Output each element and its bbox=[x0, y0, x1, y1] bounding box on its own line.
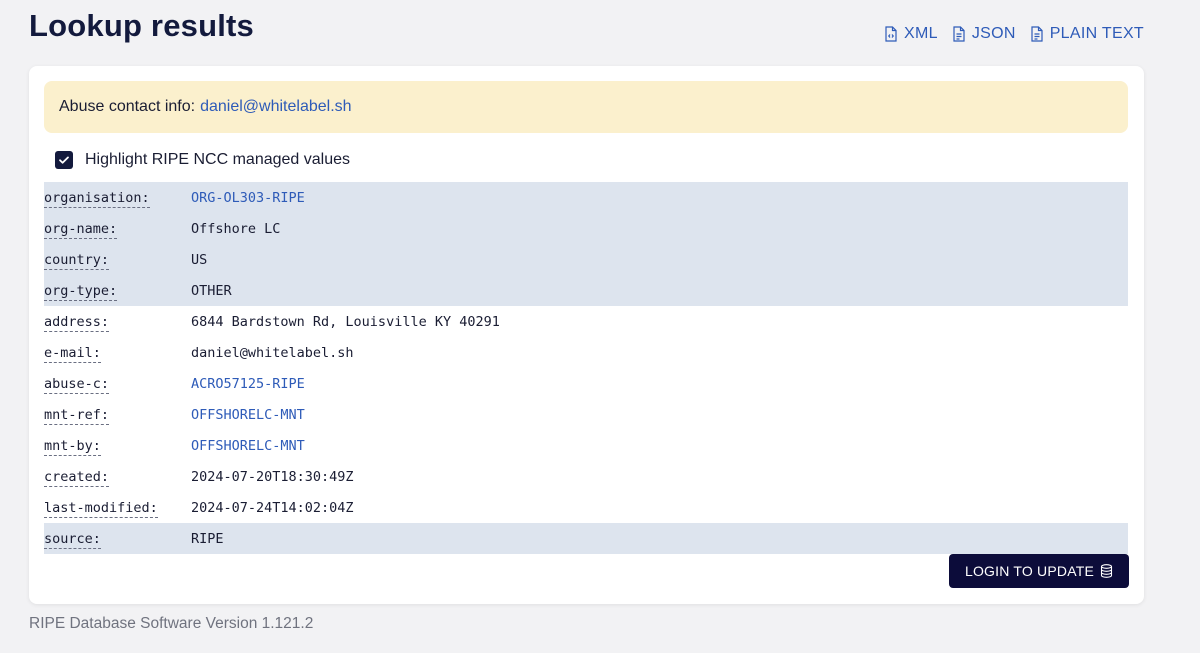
attribute-key: e-mail: bbox=[44, 344, 191, 363]
attribute-row: e-mail: daniel@whitelabel.sh bbox=[44, 337, 1128, 368]
attribute-key-label: org-type: bbox=[44, 282, 118, 301]
attribute-key: mnt-by: bbox=[44, 437, 191, 456]
abuse-contact-email-link[interactable]: daniel@whitelabel.sh bbox=[200, 98, 351, 116]
attribute-value: 2024-07-24T14:02:04Z bbox=[191, 499, 354, 516]
attribute-value: 6844 Bardstown Rd, Louisville KY 40291 bbox=[191, 313, 500, 330]
attribute-key: org-type: bbox=[44, 282, 191, 301]
attribute-value: Offshore LC bbox=[191, 220, 281, 237]
login-to-update-button[interactable]: LOGIN TO UPDATE bbox=[948, 554, 1129, 588]
attribute-key: last-modified: bbox=[44, 499, 191, 518]
attribute-row: country: US bbox=[44, 244, 1128, 275]
attribute-row: organisation: ORG-OL303-RIPE bbox=[44, 182, 1128, 213]
attribute-key-label: mnt-ref: bbox=[44, 406, 110, 425]
attribute-row: mnt-ref: OFFSHORELC-MNT bbox=[44, 399, 1128, 430]
attributes-table: organisation: ORG-OL303-RIPE org-name: Offs… bbox=[44, 182, 1128, 554]
attribute-row: source: RIPE bbox=[44, 523, 1128, 554]
attribute-row: abuse-c: ACRO57125-RIPE bbox=[44, 368, 1128, 399]
attribute-value-link[interactable]: ORG-OL303-RIPE bbox=[191, 190, 305, 206]
attribute-key-label: abuse-c: bbox=[44, 375, 110, 394]
checkmark-icon bbox=[59, 156, 69, 164]
attribute-key: organisation: bbox=[44, 189, 191, 208]
attribute-key: source: bbox=[44, 530, 191, 549]
attribute-value: RIPE bbox=[191, 530, 224, 547]
abuse-contact-label: Abuse contact info: bbox=[59, 98, 196, 115]
attribute-row: address: 6844 Bardstown Rd, Louisville KY… bbox=[44, 306, 1128, 337]
export-plain-text-label: PLAIN TEXT bbox=[1049, 25, 1144, 42]
export-json-label: JSON bbox=[971, 25, 1016, 42]
export-plain-text-link[interactable]: PLAIN TEXT bbox=[1030, 25, 1144, 43]
attribute-value: 2024-07-20T18:30:49Z bbox=[191, 468, 354, 485]
attribute-key-label: source: bbox=[44, 530, 101, 549]
attribute-row: last-modified: 2024-07-24T14:02:04Z bbox=[44, 492, 1128, 523]
export-xml-link[interactable]: XML bbox=[884, 25, 938, 43]
attribute-value: US bbox=[191, 251, 208, 268]
results-card: Abuse contact info: daniel@whitelabel.sh… bbox=[29, 66, 1144, 604]
attribute-key-label: last-modified: bbox=[44, 499, 158, 518]
attribute-key-label: created: bbox=[44, 468, 110, 487]
highlight-managed-label: Highlight RIPE NCC managed values bbox=[85, 151, 351, 168]
attribute-key-label: organisation: bbox=[44, 189, 150, 208]
abuse-contact-banner: Abuse contact info: daniel@whitelabel.sh bbox=[44, 81, 1128, 133]
attribute-row: mnt-by: OFFSHORELC-MNT bbox=[44, 430, 1128, 461]
export-json-link[interactable]: JSON bbox=[952, 25, 1016, 43]
software-version-footer: RIPE Database Software Version 1.121.2 bbox=[29, 615, 314, 632]
attribute-value-link[interactable]: OFFSHORELC-MNT bbox=[191, 438, 305, 454]
attribute-row: org-name: Offshore LC bbox=[44, 213, 1128, 244]
attribute-key: abuse-c: bbox=[44, 375, 191, 394]
highlight-managed-toggle: Highlight RIPE NCC managed values bbox=[55, 151, 350, 169]
attribute-value-link[interactable]: ACRO57125-RIPE bbox=[191, 376, 305, 392]
database-icon bbox=[1100, 564, 1113, 578]
attribute-key-label: org-name: bbox=[44, 220, 118, 239]
attribute-key: created: bbox=[44, 468, 191, 487]
highlight-managed-checkbox[interactable] bbox=[55, 151, 73, 169]
attribute-value-link[interactable]: OFFSHORELC-MNT bbox=[191, 407, 305, 423]
attribute-value: OTHER bbox=[191, 282, 232, 299]
file-text-icon bbox=[1031, 26, 1043, 42]
export-links: XML JSON PLAIN TEXT bbox=[884, 25, 1144, 43]
login-to-update-label: LOGIN TO UPDATE bbox=[964, 563, 1094, 579]
attribute-key-label: e-mail: bbox=[44, 344, 101, 363]
attribute-key-label: address: bbox=[44, 313, 110, 332]
page-title: Lookup results bbox=[29, 8, 254, 43]
attribute-row: created: 2024-07-20T18:30:49Z bbox=[44, 461, 1128, 492]
attribute-key: country: bbox=[44, 251, 191, 270]
file-code-icon bbox=[885, 26, 897, 42]
attribute-key-label: mnt-by: bbox=[44, 437, 101, 456]
attribute-key-label: country: bbox=[44, 251, 110, 270]
attribute-key: org-name: bbox=[44, 220, 191, 239]
export-xml-label: XML bbox=[904, 25, 938, 42]
attribute-row: org-type: OTHER bbox=[44, 275, 1128, 306]
file-text-icon bbox=[953, 26, 965, 42]
attribute-key: mnt-ref: bbox=[44, 406, 191, 425]
attribute-value: daniel@whitelabel.sh bbox=[191, 344, 354, 361]
attribute-key: address: bbox=[44, 313, 191, 332]
